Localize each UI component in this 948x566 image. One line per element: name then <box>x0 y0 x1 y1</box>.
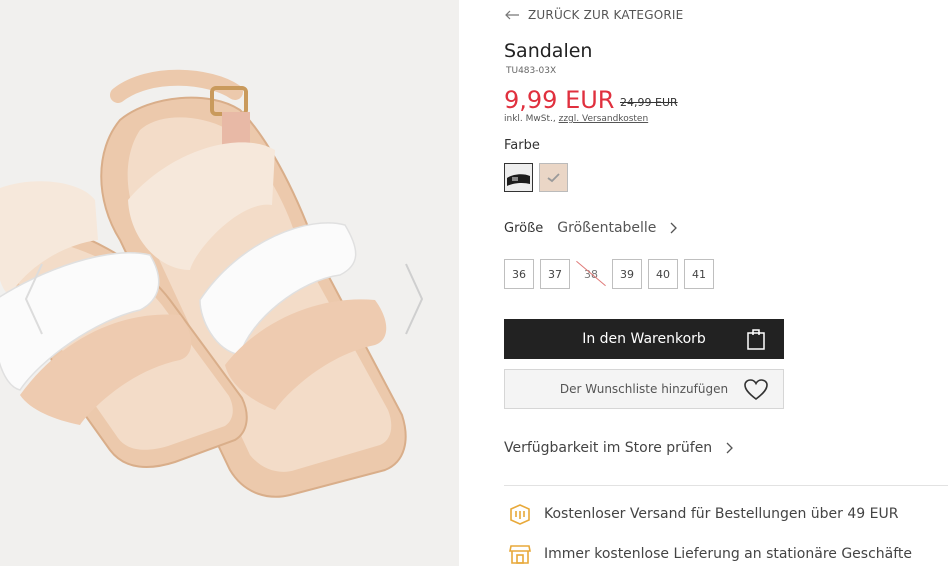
tax-note: inkl. MwSt., zzgl. Versandkosten <box>504 114 648 124</box>
add-to-cart-label: In den Warenkorb <box>582 331 706 347</box>
shipping-costs-link[interactable]: zzgl. Versandkosten <box>559 114 649 124</box>
check-store-availability-link[interactable]: Verfügbarkeit im Store prüfen <box>504 440 734 456</box>
package-icon <box>510 504 530 525</box>
store-icon <box>509 545 531 564</box>
add-to-wishlist-label: Der Wunschliste hinzufügen <box>559 382 729 396</box>
divider <box>504 485 948 486</box>
product-title: Sandalen <box>504 40 593 62</box>
back-link-label: ZURÜCK ZUR KATEGORIE <box>528 8 684 22</box>
size-option-36[interactable]: 36 <box>504 259 534 289</box>
arrow-left-icon <box>505 10 519 20</box>
old-price: 24,99 EUR <box>620 96 678 109</box>
product-image-gallery <box>0 0 459 566</box>
size-option-37[interactable]: 37 <box>540 259 570 289</box>
size-option-39[interactable]: 39 <box>612 259 642 289</box>
chevron-right-icon[interactable] <box>670 222 678 234</box>
benefit-free-shipping: Kostenloser Versand für Bestellungen übe… <box>508 502 898 526</box>
benefit-text: Kostenloser Versand für Bestellungen übe… <box>544 506 899 522</box>
current-price: 9,99 EUR <box>504 86 615 114</box>
size-options: 36 37 38 39 40 41 <box>504 259 714 289</box>
next-image-arrow-icon[interactable] <box>402 262 426 336</box>
size-row: Größe Größentabelle <box>504 220 678 236</box>
benefit-store-delivery: Immer kostenlose Lieferung an stationäre… <box>508 542 912 566</box>
size-option-38-unavailable[interactable]: 38 <box>576 259 606 289</box>
shopping-bag-icon <box>747 329 765 350</box>
back-to-category-link[interactable]: ZURÜCK ZUR KATEGORIE <box>504 8 683 22</box>
size-option-40[interactable]: 40 <box>648 259 678 289</box>
product-sku: TU483-03X <box>506 66 557 76</box>
add-to-cart-button[interactable]: In den Warenkorb <box>504 319 784 359</box>
heart-icon <box>744 379 768 401</box>
chevron-right-icon <box>726 442 734 454</box>
previous-image-arrow-icon[interactable] <box>22 262 46 336</box>
store-availability-label: Verfügbarkeit im Store prüfen <box>504 440 713 456</box>
add-to-wishlist-button[interactable]: Der Wunschliste hinzufügen <box>504 369 784 409</box>
product-info-panel: ZURÜCK ZUR KATEGORIE Sandalen TU483-03X … <box>504 0 948 566</box>
size-option-41[interactable]: 41 <box>684 259 714 289</box>
color-swatch-black[interactable] <box>504 163 533 192</box>
product-image <box>0 0 459 566</box>
benefit-text: Immer kostenlose Lieferung an stationäre… <box>544 546 913 562</box>
tax-note-text: inkl. MwSt., <box>504 114 556 124</box>
color-swatch-nude[interactable] <box>539 163 568 192</box>
size-chart-link[interactable]: Größentabelle <box>557 220 656 236</box>
color-label: Farbe <box>504 138 540 153</box>
size-label: Größe <box>504 220 544 236</box>
